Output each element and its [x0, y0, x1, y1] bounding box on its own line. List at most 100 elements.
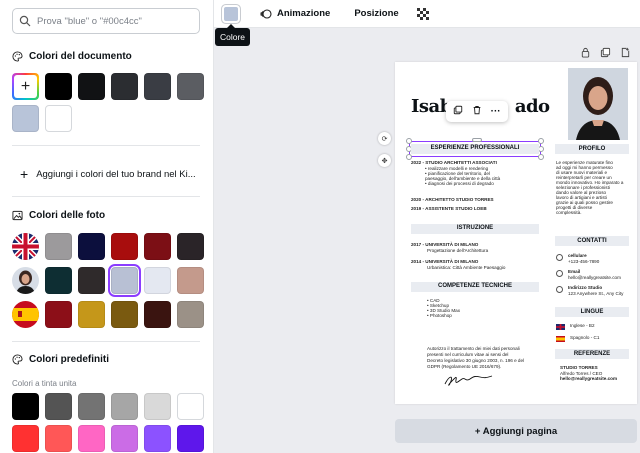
spain-flag-icon	[556, 336, 565, 342]
document-colors-heading: Colori del documento	[12, 51, 132, 62]
preset-color-swatch[interactable]	[111, 425, 138, 452]
photo-thumbnail-spain-flag[interactable]	[12, 301, 39, 328]
resize-handle[interactable]	[538, 154, 544, 160]
editor-toolbar: Animazione Posizione	[214, 0, 640, 28]
photo-color-swatch[interactable]	[111, 301, 138, 328]
photo-color-swatch[interactable]	[144, 301, 171, 328]
photo-color-swatch[interactable]	[78, 267, 105, 294]
doc-color-swatch[interactable]	[144, 73, 171, 100]
experience-heading[interactable]: ESPERIENZE PROFESSIONALI	[411, 144, 539, 154]
lock-icon[interactable]	[580, 45, 591, 58]
uk-flag-icon	[556, 324, 565, 330]
uk-flag-icon	[12, 233, 39, 260]
document-colors-row-1: +	[12, 73, 204, 100]
experience-2-head: 2020 - ARCHITETTO STUDIO TORRES	[411, 197, 494, 202]
text-color-button[interactable]	[222, 4, 240, 23]
trash-icon[interactable]	[472, 105, 482, 118]
signature-image[interactable]	[443, 372, 503, 388]
preset-colors-row-2	[12, 425, 204, 452]
add-page-button[interactable]: + Aggiungi pagina	[395, 419, 637, 443]
photo-thumbnail-uk-flag[interactable]	[12, 233, 39, 260]
doc-color-swatch[interactable]	[111, 73, 138, 100]
contacts-heading[interactable]: CONTATTI	[555, 236, 629, 246]
language-english: Inglese - B2	[570, 323, 595, 328]
photo-color-swatch[interactable]	[45, 301, 72, 328]
preset-color-swatch[interactable]	[78, 425, 105, 452]
doc-color-swatch[interactable]	[78, 73, 105, 100]
add-color-button[interactable]: +	[12, 73, 39, 100]
duplicate-icon[interactable]	[453, 105, 463, 118]
color-search-box[interactable]	[12, 8, 200, 34]
rotate-handle[interactable]: ⟳	[378, 132, 391, 145]
photo-thumbnail-portrait[interactable]	[12, 267, 39, 294]
portrait-photo	[568, 68, 628, 140]
preset-color-swatch[interactable]	[78, 393, 105, 420]
reference-email: hello@reallygreatsite.com	[560, 376, 618, 381]
photo-colors-row-3	[12, 301, 204, 328]
search-icon	[19, 15, 31, 27]
address-label: Indirizzo Studio	[568, 285, 603, 290]
skills-heading[interactable]: COMPETENZE TECNICHE	[411, 282, 539, 292]
profile-text: complessità.	[556, 210, 582, 215]
doc-color-swatch[interactable]	[45, 73, 72, 100]
photo-color-swatch[interactable]	[45, 267, 72, 294]
add-page-icon[interactable]	[620, 45, 631, 58]
photo-color-swatch[interactable]	[144, 233, 171, 260]
duplicate-page-icon[interactable]	[600, 45, 611, 58]
plus-icon: +	[20, 166, 29, 182]
palette-icon	[12, 51, 23, 62]
photo-colors-title: Colori delle foto	[29, 210, 106, 221]
doc-color-swatch[interactable]	[45, 105, 72, 132]
profile-photo[interactable]	[568, 68, 628, 140]
preset-colors-heading: Colori predefiniti	[12, 354, 109, 365]
preset-color-swatch[interactable]	[12, 425, 39, 452]
animation-button[interactable]: Animazione	[260, 8, 330, 20]
address-value: 123 Anywhere St., Any City	[568, 290, 624, 296]
profile-heading[interactable]: PROFILO	[555, 144, 629, 154]
preset-color-swatch[interactable]	[12, 393, 39, 420]
consent-line: GDPR (Regolamento UE 2016/679).	[427, 364, 502, 369]
animation-label: Animazione	[277, 8, 331, 19]
photo-color-swatch[interactable]	[177, 233, 204, 260]
contact-email: Email hello@reallygreatsite.com	[556, 269, 621, 280]
preset-color-swatch[interactable]	[144, 393, 171, 420]
photo-color-swatch[interactable]	[78, 301, 105, 328]
move-icon: ✥	[381, 157, 388, 165]
photo-color-swatch[interactable]	[45, 233, 72, 260]
resume-page[interactable]: Isab ado ··· ESPERIENZE PROFESSIONALI 202…	[395, 62, 637, 404]
position-button[interactable]: Posizione	[354, 8, 398, 19]
preset-color-swatch[interactable]	[177, 425, 204, 452]
divider	[12, 341, 200, 342]
preset-color-swatch[interactable]	[144, 425, 171, 452]
add-brand-colors-label: Aggiungi i colori del tuo brand nel Ki..…	[36, 168, 196, 180]
preset-color-swatch[interactable]	[45, 393, 72, 420]
experience-1-bullet: • diagnosi dei processi di degrado	[425, 181, 494, 186]
languages-heading[interactable]: LINGUE	[555, 307, 629, 317]
resize-handle[interactable]	[472, 138, 482, 142]
contact-address: Indirizzo Studio 123 Anywhere St., Any Ci…	[556, 285, 623, 296]
references-heading[interactable]: REFERENZE	[555, 349, 629, 359]
phone-icon	[556, 254, 563, 261]
consent-line: presenti nel curriculum vitae ai sensi d…	[427, 352, 509, 357]
element-context-menu: ···	[446, 101, 508, 122]
color-search-input[interactable]	[37, 15, 187, 27]
add-brand-colors-button[interactable]: + Aggiungi i colori del tuo brand nel Ki…	[20, 166, 196, 182]
doc-color-swatch[interactable]	[177, 73, 204, 100]
photo-color-swatch[interactable]	[177, 267, 204, 294]
more-options-icon[interactable]: ···	[491, 106, 501, 117]
preset-color-swatch[interactable]	[45, 425, 72, 452]
email-value: hello@reallygreatsite.com	[568, 274, 621, 280]
education-heading[interactable]: ISTRUZIONE	[411, 224, 539, 234]
doc-color-swatch[interactable]	[12, 105, 39, 132]
photo-color-swatch[interactable]	[78, 233, 105, 260]
preset-color-swatch[interactable]	[111, 393, 138, 420]
solid-colors-subtitle: Colori a tinta unita	[12, 379, 77, 388]
photo-color-swatch-selected[interactable]	[108, 264, 141, 297]
move-handle[interactable]: ✥	[378, 154, 391, 167]
transparency-button[interactable]	[416, 7, 434, 20]
photo-color-swatch[interactable]	[144, 267, 171, 294]
preset-color-swatch[interactable]	[177, 393, 204, 420]
photo-color-swatch[interactable]	[177, 301, 204, 328]
photo-color-swatch[interactable]	[111, 233, 138, 260]
transparency-icon	[416, 7, 429, 20]
